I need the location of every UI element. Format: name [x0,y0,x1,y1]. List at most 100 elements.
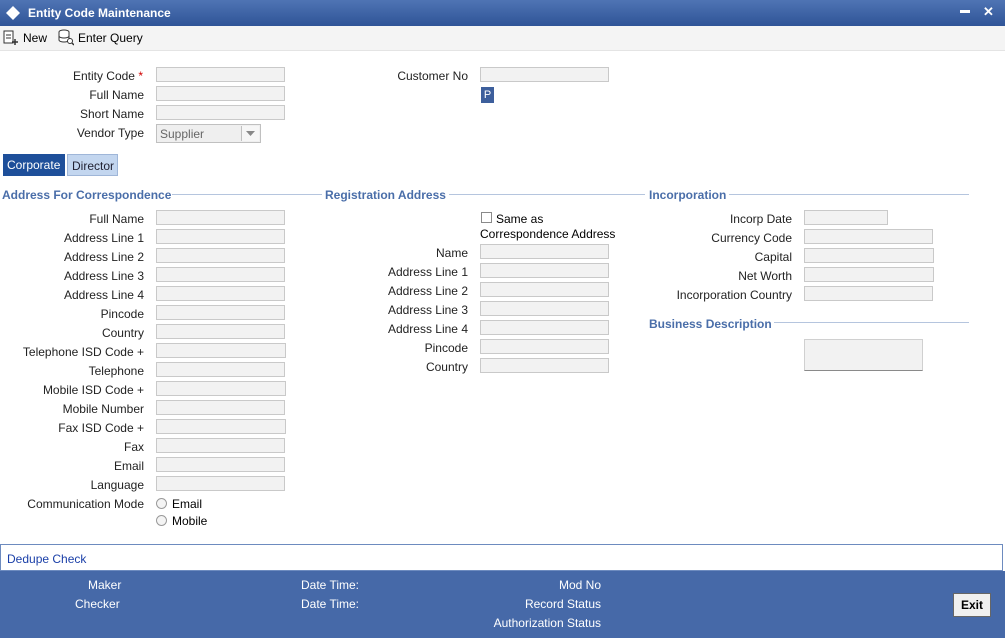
net-worth-input[interactable] [804,267,934,282]
currency-code-label: Currency Code [711,231,792,245]
checker-label: Checker [75,597,120,611]
entity-code-label: Entity Code * [72,69,143,83]
customer-lookup-button[interactable]: P [481,87,494,103]
section-business-description-title: Business Description [649,317,772,331]
incorporation-country-input[interactable] [804,286,933,301]
telephone-input[interactable] [156,362,285,377]
corr-country-input[interactable] [156,324,285,339]
same-as-correspondence-checkbox[interactable] [481,212,492,223]
same-as-label: Same as [496,212,544,226]
corr-country-label: Country [101,326,144,340]
corr-full-name-input[interactable] [156,210,285,225]
title-bar: Entity Code Maintenance ▬ ✕ [0,0,1005,26]
fax-label: Fax [123,440,144,454]
corr-address-line-2-label: Address Line 2 [63,250,144,264]
corr-address-line-4-input[interactable] [156,286,285,301]
capital-label: Capital [754,250,792,264]
reg-address-line-2-label: Address Line 2 [387,284,468,298]
fax-isd-label: Fax ISD Code + [58,421,144,435]
corr-pincode-input[interactable] [156,305,285,320]
incorporation-country-label: Incorporation Country [676,288,792,302]
vendor-type-value: Supplier [160,127,205,141]
reg-address-line-1-label: Address Line 1 [387,265,468,279]
tab-director[interactable]: Director [67,154,118,176]
enter-query-label: Enter Query [78,31,143,45]
vendor-type-select[interactable]: Supplier [156,124,261,143]
close-icon[interactable]: ✕ [983,4,994,20]
corr-address-line-3-label: Address Line 3 [63,269,144,283]
email-label: Email [113,459,144,473]
corr-address-line-2-input[interactable] [156,248,285,263]
entity-code-input[interactable] [156,67,285,82]
new-label: New [23,31,48,45]
fax-isd-input[interactable] [156,419,286,434]
reg-pincode-input[interactable] [480,339,609,354]
short-name-label: Short Name [79,107,144,121]
business-description-textarea[interactable] [804,339,923,371]
communication-mode-label: Communication Mode [27,497,144,511]
incorp-date-label: Incorp Date [729,212,792,226]
net-worth-label: Net Worth [738,269,792,283]
section-divider [774,322,969,323]
maker-date-time-label: Date Time: [301,578,360,592]
mobile-isd-input[interactable] [156,381,286,396]
incorp-date-input[interactable] [804,210,888,225]
section-registration-title: Registration Address [325,188,446,202]
reg-country-label: Country [425,360,468,374]
mode-mobile-label: Mobile [172,514,208,528]
vendor-type-label: Vendor Type [76,126,144,140]
customer-no-input[interactable] [480,67,609,82]
corr-address-line-1-label: Address Line 1 [63,231,144,245]
window-title: Entity Code Maintenance [28,6,171,20]
enter-query-button[interactable]: Enter Query [58,29,148,47]
reg-address-line-3-label: Address Line 3 [387,303,468,317]
short-name-input[interactable] [156,105,285,120]
mod-no-label: Mod No [558,578,601,592]
minimize-icon[interactable]: ▬ [960,5,970,16]
corr-full-name-label: Full Name [89,212,144,226]
reg-address-line-4-input[interactable] [480,320,609,335]
exit-button[interactable]: Exit [953,593,991,617]
language-input[interactable] [156,476,285,491]
dropdown-arrow-button[interactable] [241,126,259,141]
reg-pincode-label: Pincode [424,341,468,355]
mode-mobile-radio[interactable] [156,515,167,526]
email-input[interactable] [156,457,285,472]
reg-name-input[interactable] [480,244,609,259]
reg-address-line-4-label: Address Line 4 [387,322,468,336]
new-button[interactable]: New [3,29,51,47]
mobile-isd-label: Mobile ISD Code + [42,383,144,397]
maker-label: Maker [88,578,122,592]
audit-footer: Maker Checker Date Time: Date Time: Mod … [0,571,1005,638]
new-document-icon [3,30,18,45]
correspondence-address-label: Correspondence Address [480,227,616,241]
mode-email-label: Email [172,497,203,511]
tab-corporate[interactable]: Corporate [3,154,65,176]
corr-address-line-3-input[interactable] [156,267,285,282]
section-divider [172,194,322,195]
language-label: Language [90,478,144,492]
corr-address-line-1-input[interactable] [156,229,285,244]
telephone-isd-input[interactable] [156,343,286,358]
reg-address-line-1-input[interactable] [480,263,609,278]
fax-input[interactable] [156,438,285,453]
query-database-icon [58,29,74,46]
mobile-number-label: Mobile Number [62,402,144,416]
telephone-isd-label: Telephone ISD Code + [22,345,144,359]
capital-input[interactable] [804,248,934,263]
mode-email-radio[interactable] [156,498,167,509]
reg-country-input[interactable] [480,358,609,373]
reg-address-line-3-input[interactable] [480,301,609,316]
currency-code-input[interactable] [804,229,933,244]
full-name-label: Full Name [89,88,144,102]
mobile-number-input[interactable] [156,400,285,415]
authorization-status-label: Authorization Status [493,616,601,630]
section-divider [449,194,645,195]
record-status-label: Record Status [524,597,601,611]
full-name-input[interactable] [156,86,285,101]
corr-pincode-label: Pincode [100,307,144,321]
section-divider [729,194,969,195]
chevron-down-icon [246,131,255,136]
dedupe-check-link[interactable]: Dedupe Check [7,552,86,566]
reg-address-line-2-input[interactable] [480,282,609,297]
